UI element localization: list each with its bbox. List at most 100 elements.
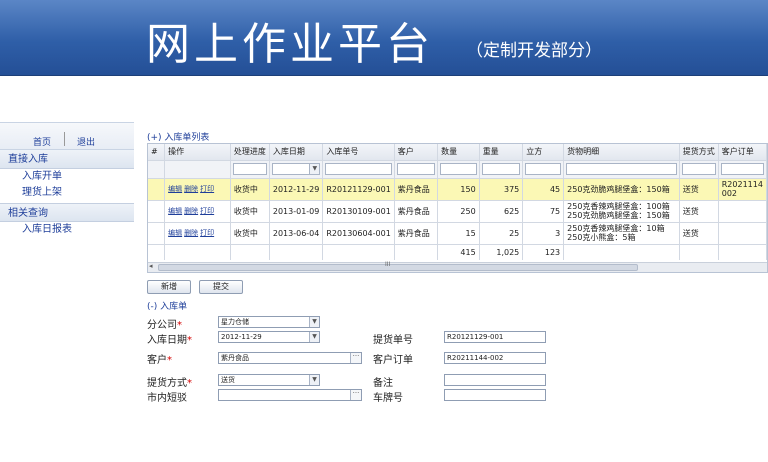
plate-no-label: 车牌号 [373, 393, 403, 404]
table-row[interactable]: 编辑 删除 打印 收货中 2013-01-09 R20130109-001 紫丹食品… [148, 200, 767, 223]
chevron-down-icon[interactable]: ▼ [309, 164, 320, 174]
column-header[interactable]: 客户订单 [718, 144, 767, 161]
cell-progress: 收货中 [230, 178, 270, 201]
cell-goods: 250克劲脆鸡腿堡盒：150箱 [563, 178, 680, 201]
filter-customer-order-input[interactable] [720, 163, 764, 175]
cell-date: 2012-11-29 [269, 178, 324, 201]
column-header[interactable]: 数量 [437, 144, 480, 161]
cell-goods: 250克香辣鸡腿堡盒：10箱 250克小熊盒：5箱 [563, 222, 680, 245]
cell-customer: 紫丹食品 [394, 222, 439, 245]
cell-customer: 紫丹食品 [394, 178, 439, 201]
table-row[interactable]: 编辑 删除 打印 收货中 2013-06-04 R20130604-001 紫丹食品… [148, 222, 767, 245]
filter-customer-input[interactable] [396, 163, 436, 175]
cell-order-no: R20130109-001 [322, 200, 395, 223]
home-link[interactable]: 首页 [33, 135, 51, 148]
remark-label: 备注 [373, 378, 393, 389]
grid-total-row: 415 1,025 123 [148, 244, 767, 260]
sidebar-item-putaway[interactable]: 理货上架 [0, 185, 134, 201]
cell-qty: 15 [437, 222, 480, 245]
more-icon[interactable]: ··· [350, 353, 361, 363]
column-header[interactable]: 客户 [394, 144, 439, 161]
sidebar-group-queries[interactable]: 相关查询 [0, 203, 134, 222]
local-transfer-label: 市内短驳 [147, 393, 187, 404]
cell-customer-order: R2021114 002 [718, 178, 767, 201]
filter-weight-input[interactable] [481, 163, 521, 175]
cell-date: 2013-06-04 [269, 222, 324, 245]
cell-delivery: 送货 [679, 200, 719, 223]
filter-progress-input[interactable] [232, 163, 267, 175]
pickup-no-label: 提货单号 [373, 335, 413, 346]
print-link[interactable]: 打印 [200, 207, 214, 215]
cell-progress: 收货中 [230, 200, 270, 223]
form-section-title[interactable]: (-) 入库单 [147, 299, 187, 312]
edit-link[interactable]: 编辑 [168, 185, 182, 193]
column-header[interactable]: 立方 [522, 144, 565, 161]
column-header[interactable]: 操作 [164, 144, 231, 161]
delivery-method-select[interactable]: 送货 ▼ [218, 374, 320, 386]
customer-order-label: 客户订单 [373, 355, 413, 366]
scroll-grip: III [385, 261, 391, 268]
edit-link[interactable]: 编辑 [168, 207, 182, 215]
branch-label: 分公司* [147, 320, 182, 331]
plate-no-field[interactable] [444, 389, 546, 401]
table-row[interactable]: 编辑 删除 打印 收货中 2012-11-29 R20121129-001 紫丹食品… [148, 178, 767, 201]
delete-link[interactable]: 删除 [184, 229, 198, 237]
column-header[interactable]: 提货方式 [679, 144, 719, 161]
customer-field[interactable]: 紫丹食品 ··· [218, 352, 362, 364]
cell-volume: 3 [522, 222, 565, 245]
horizontal-scrollbar[interactable]: ◂ III [148, 261, 767, 272]
logout-link[interactable]: 退出 [77, 135, 95, 148]
filter-volume-input[interactable] [525, 163, 562, 175]
sidebar-item-inbound-daily-report[interactable]: 入库日报表 [0, 222, 134, 238]
filter-date-select[interactable]: ▼ [271, 163, 321, 175]
cell-weight: 25 [479, 222, 524, 245]
cell-volume: 75 [522, 200, 565, 223]
cell-qty: 250 [437, 200, 480, 223]
chevron-down-icon[interactable]: ▼ [309, 332, 319, 342]
pickup-no-field[interactable]: R20121129-001 [444, 331, 546, 343]
sidebar-group-direct-inbound[interactable]: 直接入库 [0, 150, 134, 169]
column-header[interactable]: 重量 [479, 144, 524, 161]
add-button[interactable]: 新增 [147, 280, 191, 294]
print-link[interactable]: 打印 [200, 185, 214, 193]
cell-date: 2013-01-09 [269, 200, 324, 223]
inbound-date-picker[interactable]: 2012-11-29 ▼ [218, 331, 320, 343]
grid-section-title[interactable]: (+) 入库单列表 [147, 130, 209, 143]
more-icon[interactable]: ··· [350, 390, 361, 400]
cell-customer-order [718, 200, 767, 223]
inbound-date-label: 入库日期* [147, 335, 192, 346]
filter-qty-input[interactable] [440, 163, 477, 175]
delete-link[interactable]: 删除 [184, 185, 198, 193]
column-header[interactable]: 货物明细 [563, 144, 680, 161]
branch-select[interactable]: 星力仓储 ▼ [218, 316, 320, 328]
cell-progress: 收货中 [230, 222, 270, 245]
column-header[interactable]: 入库单号 [322, 144, 395, 161]
cell-weight: 625 [479, 200, 524, 223]
sidebar-item-inbound-order[interactable]: 入库开单 [0, 169, 134, 185]
app-banner: 网上作业平台 （定制开发部分） [0, 0, 768, 76]
total-volume: 123 [522, 244, 565, 260]
delete-link[interactable]: 删除 [184, 207, 198, 215]
scrollbar-thumb[interactable] [158, 264, 638, 271]
print-link[interactable]: 打印 [200, 229, 214, 237]
column-header[interactable]: # [148, 144, 166, 161]
column-header[interactable]: 处理进度 [230, 144, 270, 161]
cell-customer: 紫丹食品 [394, 200, 439, 223]
filter-order-no-input[interactable] [325, 163, 392, 175]
edit-link[interactable]: 编辑 [168, 229, 182, 237]
filter-delivery-input[interactable] [681, 163, 716, 175]
scroll-left-icon[interactable]: ◂ [149, 262, 153, 270]
submit-button[interactable]: 提交 [199, 280, 243, 294]
customer-label: 客户* [147, 355, 172, 366]
app-subtitle: （定制开发部分） [466, 41, 602, 61]
delivery-method-label: 提货方式* [147, 378, 192, 389]
remark-field[interactable] [444, 374, 546, 386]
local-transfer-field[interactable]: ··· [218, 389, 362, 401]
total-qty: 415 [437, 244, 480, 260]
cell-order-no: R20121129-001 [322, 178, 395, 201]
customer-order-field[interactable]: R20211144-002 [444, 352, 546, 364]
chevron-down-icon[interactable]: ▼ [309, 317, 319, 327]
column-header[interactable]: 入库日期 [269, 144, 324, 161]
chevron-down-icon[interactable]: ▼ [309, 375, 319, 385]
filter-goods-input[interactable] [566, 163, 677, 175]
